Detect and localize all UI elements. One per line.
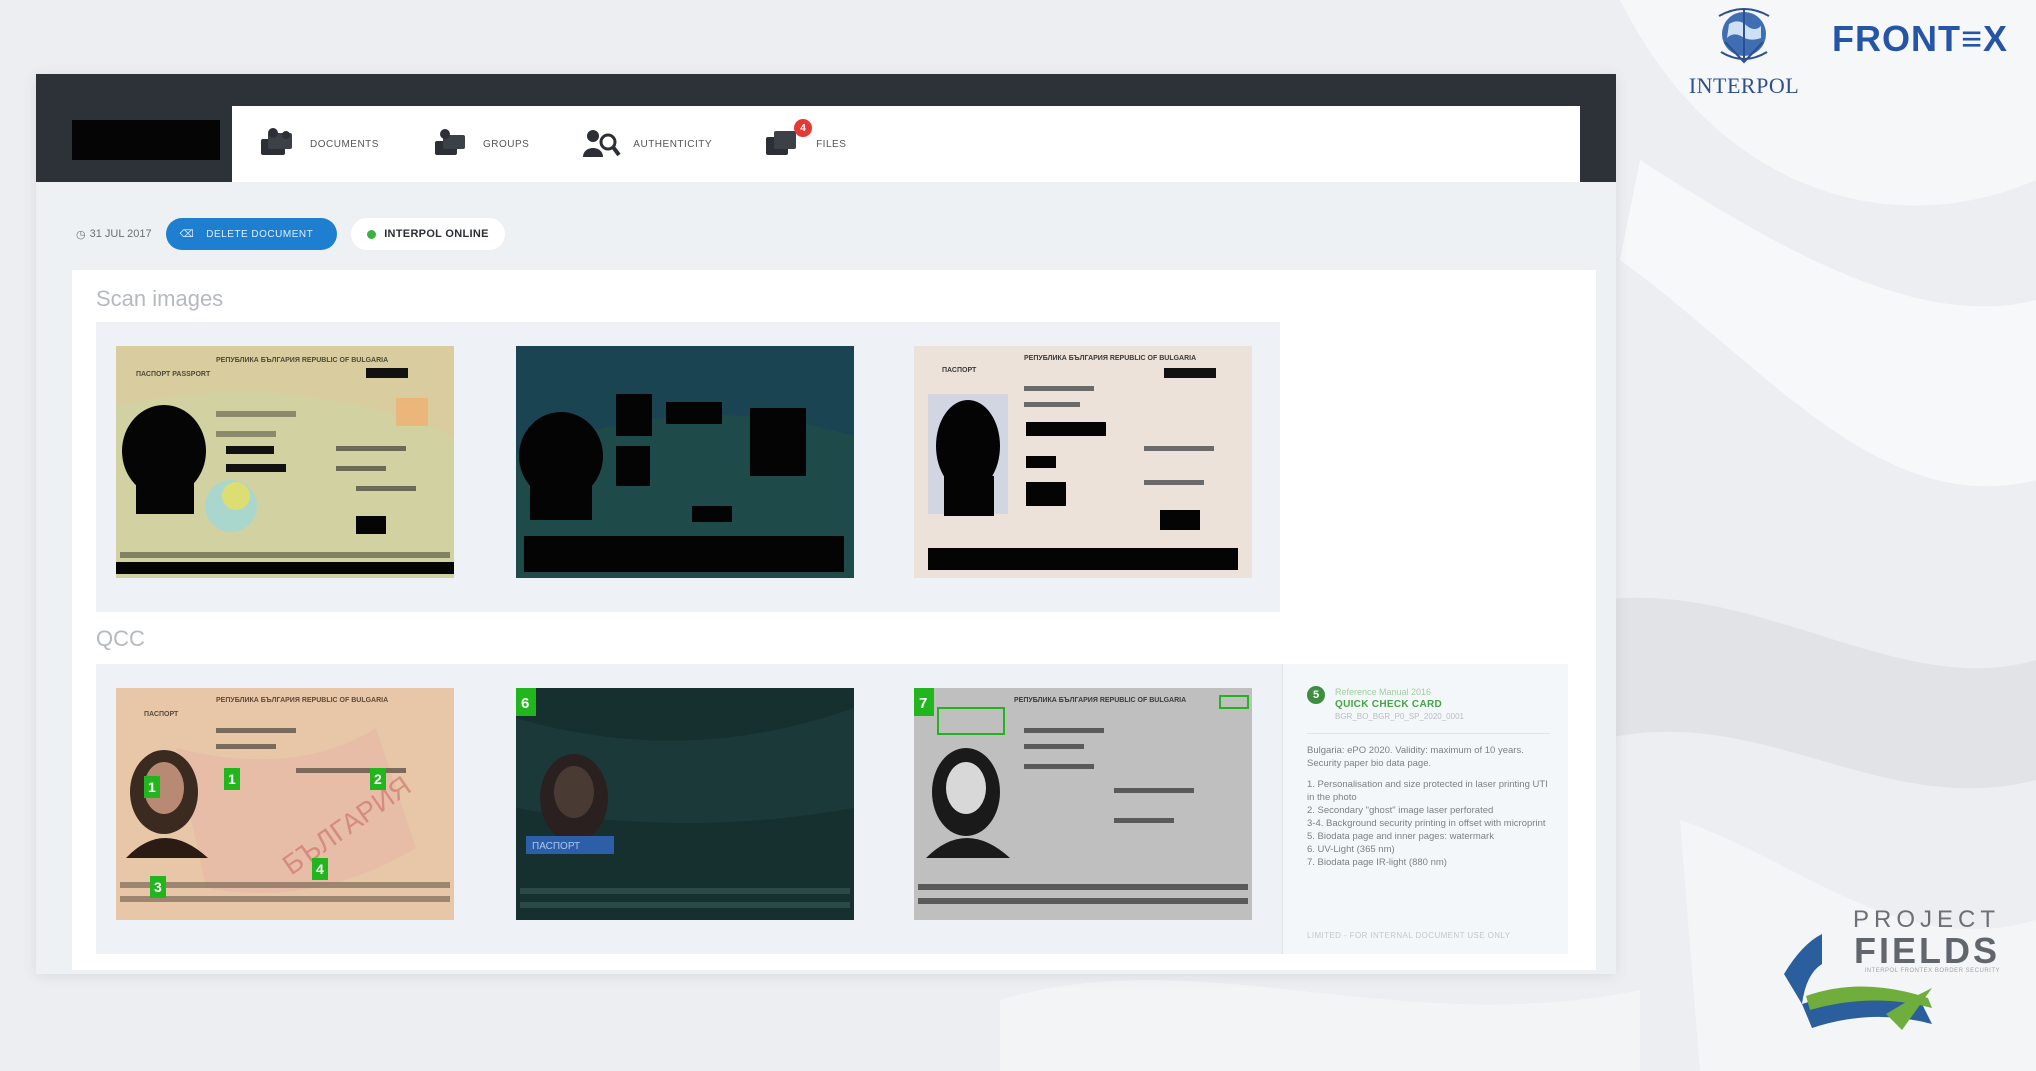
svg-text:ПАСПОРТ: ПАСПОРТ [942, 367, 977, 374]
qcc-marker: 6 [521, 695, 529, 712]
doc-header-text: РЕПУБЛИКА БЪЛГАРИЯ REPUBLIC OF BULGARIA [216, 357, 388, 364]
qcc-marker: 3 [154, 879, 162, 895]
scan-image-uv[interactable] [516, 346, 854, 578]
qcc-marker: 4 [316, 861, 324, 877]
qcc-card-title[interactable]: QUICK CHECK CARD [1335, 698, 1464, 711]
svg-text:ПАСПОРТ: ПАСПОРТ [144, 711, 179, 718]
document-toolbar: ◷ 31 JUL 2017 ⌫ DELETE DOCUMENT INTERPOL… [76, 218, 505, 250]
main-nav: DOCUMENTS GROUPS AUTHENTICITY 4 FILES [232, 106, 1580, 182]
delete-document-label: DELETE DOCUMENT [206, 228, 314, 240]
list-item: 3-4. Background security printing in off… [1307, 818, 1546, 829]
nav-authenticity[interactable]: AUTHENTICITY [581, 127, 712, 161]
qcc-image-uv[interactable]: ПАСПОРТ 6 [516, 688, 854, 920]
document-date-text: 31 JUL 2017 [89, 228, 152, 240]
qcc-marker: 2 [374, 771, 382, 787]
qcc-info-icon: 5 [1307, 686, 1325, 704]
qcc-image-ir[interactable]: РЕПУБЛИКА БЪЛГАРИЯ REPUBLIC OF BULGARIA … [914, 688, 1252, 920]
qcc-strip: РЕПУБЛИКА БЪЛГАРИЯ REPUBLIC OF BULGARIA … [96, 664, 1568, 954]
qcc-title: QCC [96, 626, 145, 651]
nav-authenticity-label: AUTHENTICITY [633, 138, 713, 150]
scan-images-strip: РЕПУБЛИКА БЪЛГАРИЯ REPUBLIC OF BULGARIA … [96, 322, 1280, 612]
qcc-divider [1307, 733, 1550, 734]
qcc-marker: 1 [148, 779, 156, 795]
doc-type-text: ПАСПОРТ PASSPORT [136, 371, 211, 378]
scan-image-ir[interactable]: РЕПУБЛИКА БЪЛГАРИЯ REPUBLIC OF BULGARIA … [914, 346, 1252, 578]
list-item: 6. UV-Light (365 nm) [1307, 844, 1395, 855]
qcc-footer: LIMITED - FOR INTERNAL DOCUMENT USE ONLY [1307, 931, 1511, 940]
qcc-code: BGR_BO_BGR_P0_SP_2020_0001 [1335, 712, 1464, 721]
qcc-description: Bulgaria: ePO 2020. Validity: maximum of… [1307, 745, 1524, 769]
top-bar: DOCUMENTS GROUPS AUTHENTICITY 4 FILES [36, 74, 1616, 182]
list-item: 2. Secondary "ghost" image laser perfora… [1307, 805, 1494, 816]
app-window: DOCUMENTS GROUPS AUTHENTICITY 4 FILES ◷ … [36, 74, 1616, 974]
nav-files-label: FILES [816, 138, 847, 150]
list-item: 5. Biodata page and inner pages: waterma… [1307, 831, 1494, 842]
svg-text:РЕПУБЛИКА БЪЛГАРИЯ REPUBLIC OF: РЕПУБЛИКА БЪЛГАРИЯ REPUBLIC OF BULGARIA [1014, 697, 1186, 704]
qcc-ir-image: РЕПУБЛИКА БЪЛГАРИЯ REPUBLIC OF BULGARIA … [914, 688, 1252, 920]
nav-files[interactable]: 4 FILES [764, 119, 847, 161]
uv-label: ПАСПОРТ [532, 841, 580, 852]
redacted-brand [72, 120, 220, 160]
passport-visible-image: РЕПУБЛИКА БЪЛГАРИЯ REPUBLIC OF BULGARIA … [116, 346, 454, 578]
qcc-marker: 7 [919, 695, 927, 712]
trash-icon: ⌫ [179, 228, 195, 240]
delete-document-button[interactable]: ⌫ DELETE DOCUMENT [165, 218, 338, 250]
fields-subtitle: INTERPOL FRONTEX BORDER SECURITY [1864, 968, 2000, 974]
qcc-feature-list: 1. Personalisation and size protected in… [1307, 778, 1550, 869]
qcc-image-visible[interactable]: РЕПУБЛИКА БЪЛГАРИЯ REPUBLIC OF BULGARIA … [116, 688, 454, 920]
document-date: ◷ 31 JUL 2017 [76, 228, 152, 241]
groups-icon [434, 129, 465, 155]
document-panel: Scan images РЕПУБЛИКА БЪЛГАРИЯ REPUBLIC … [72, 270, 1596, 970]
interpol-logo: INTERPOL [1684, 8, 1804, 99]
interpol-status-label: INTERPOL ONLINE [384, 228, 489, 240]
online-dot-icon [367, 229, 377, 239]
documents-icon [261, 128, 292, 155]
interpol-wordmark: INTERPOL [1688, 73, 1800, 98]
interpol-globe-icon [1718, 8, 1770, 64]
quick-check-card: 5 Reference Manual 2016 QUICK CHECK CARD… [1282, 664, 1568, 954]
clock-icon: ◷ [76, 228, 86, 241]
svg-text:РЕПУБЛИКА БЪЛГАРИЯ REPUBLIC OF: РЕПУБЛИКА БЪЛГАРИЯ REPUBLIC OF BULGARIA [216, 697, 388, 704]
nav-documents-label: DOCUMENTS [310, 138, 379, 150]
files-badge: 4 [794, 119, 813, 137]
list-item: 7. Biodata page IR-light (880 nm) [1307, 857, 1447, 868]
qcc-marker: 1 [228, 771, 236, 787]
qcc-uv-image: ПАСПОРТ 6 [516, 688, 854, 920]
list-item: 1. Personalisation and size protected in… [1307, 779, 1548, 803]
interpol-status: INTERPOL ONLINE [351, 218, 505, 250]
qcc-visible-image: РЕПУБЛИКА БЪЛГАРИЯ REPUBLIC OF BULGARIA … [116, 688, 454, 920]
nav-documents[interactable]: DOCUMENTS [258, 127, 379, 161]
scan-image-visible[interactable]: РЕПУБЛИКА БЪЛГАРИЯ REPUBLIC OF BULGARIA … [116, 346, 454, 578]
scan-images-title: Scan images [96, 286, 224, 311]
frontex-logo: FRONT≡X [1832, 18, 2008, 59]
passport-uv-image [516, 346, 854, 578]
nav-groups[interactable]: GROUPS [431, 127, 529, 161]
fields-word: FIELDS [1853, 930, 2000, 971]
qcc-reference: Reference Manual 2016 [1335, 687, 1432, 697]
passport-ir-image: РЕПУБЛИКА БЪЛГАРИЯ REPUBLIC OF BULGARIA … [914, 346, 1252, 578]
project-fields-logo: PROJECT FIELDS INTERPOL FRONTEX BORDER S… [1782, 904, 2002, 1034]
nav-groups-label: GROUPS [482, 138, 530, 150]
svg-text:РЕПУБЛИКА БЪЛГАРИЯ REPUBLIC OF: РЕПУБЛИКА БЪЛГАРИЯ REPUBLIC OF BULGARIA [1024, 355, 1196, 362]
authenticity-icon [583, 130, 621, 157]
